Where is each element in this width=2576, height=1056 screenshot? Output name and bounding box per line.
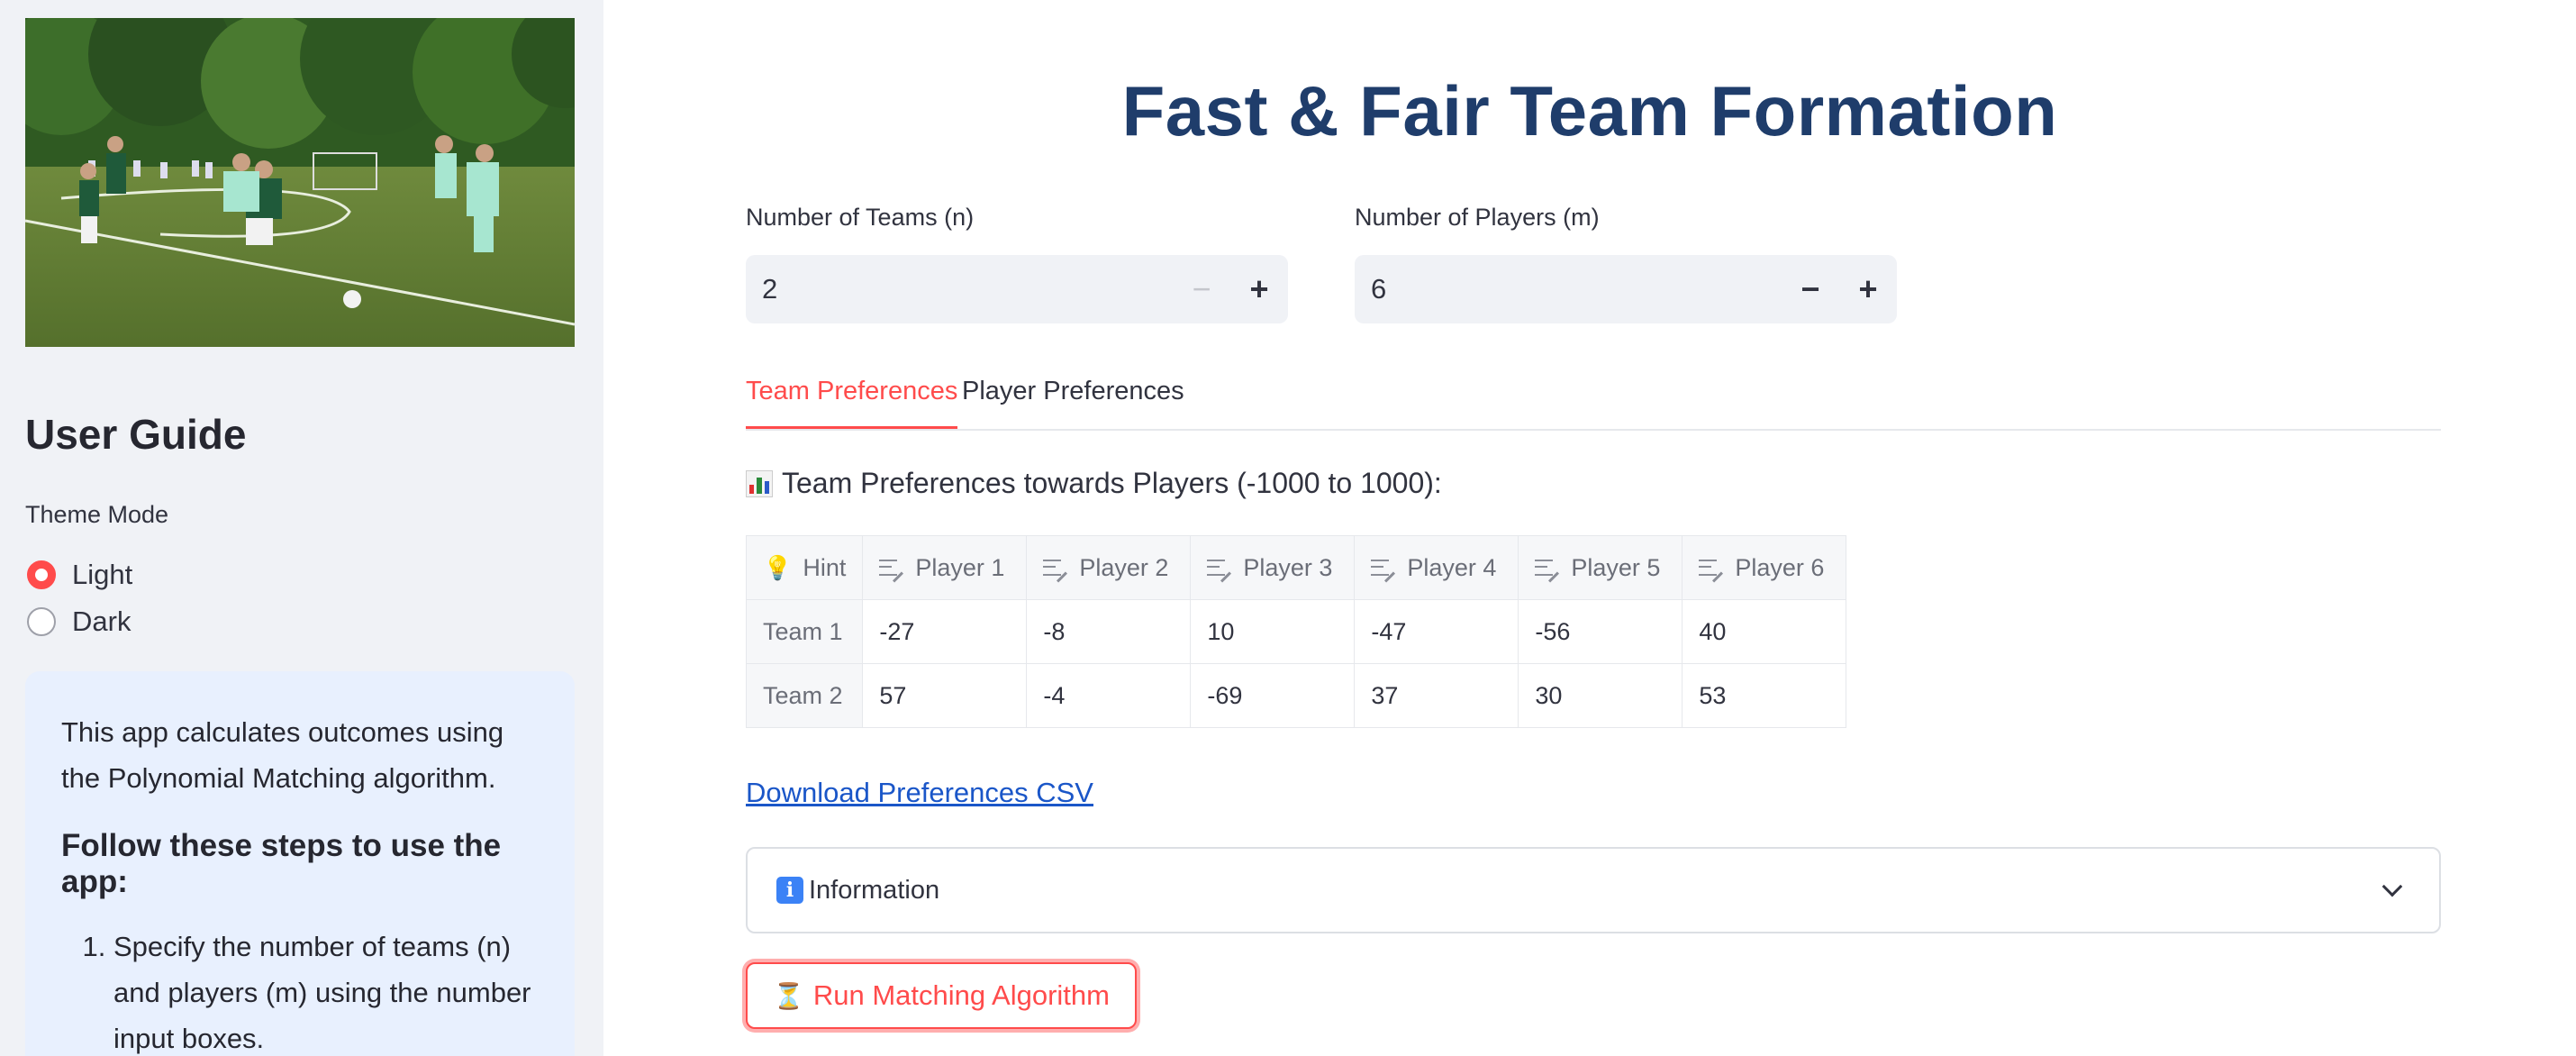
section-heading-text: Team Preferences towards Players (-1000 … <box>782 467 1442 499</box>
app-root: User Guide Theme Mode Light Dark This ap… <box>0 0 2576 1056</box>
table-cell[interactable]: -47 <box>1354 599 1519 664</box>
hint-header-label: Hint <box>803 553 847 581</box>
theme-mode-label: Theme Mode <box>25 501 169 528</box>
user-guide-heading: User Guide <box>25 411 247 458</box>
column-header-label: Player 3 <box>1243 553 1333 581</box>
theme-radio-light[interactable]: Light <box>27 559 132 591</box>
tab-team-preferences[interactable]: Team Preferences <box>746 377 958 429</box>
soccer-photo <box>25 18 575 347</box>
column-header[interactable]: Player 1 <box>862 535 1028 600</box>
lightbulb-icon: 💡 <box>763 553 793 581</box>
radio-checked-icon <box>27 560 56 589</box>
main-content: Fast & Fair Team Formation Number of Tea… <box>603 0 2576 1056</box>
players-decrement-button[interactable]: − <box>1782 255 1839 323</box>
steps-heading: Follow these steps to use the app: <box>61 828 502 899</box>
editable-column-icon <box>1043 557 1068 583</box>
hint-header: 💡 Hint <box>745 535 864 600</box>
sidebar: User Guide Theme Mode Light Dark This ap… <box>0 0 603 1056</box>
hourglass-icon: ⏳ <box>773 981 804 1010</box>
info-icon: i <box>776 877 803 904</box>
expander-label-text: Information <box>809 875 940 905</box>
editable-column-icon <box>1699 557 1724 583</box>
table-cell[interactable]: 53 <box>1682 663 1847 728</box>
table-cell[interactable]: -69 <box>1190 663 1356 728</box>
column-header-label: Player 1 <box>915 553 1005 581</box>
column-header[interactable]: Player 5 <box>1518 535 1683 600</box>
tab-player-preferences[interactable]: Player Preferences <box>962 377 1184 426</box>
column-header-label: Player 6 <box>1735 553 1825 581</box>
preferences-tabs: Team Preferences Player Preferences <box>746 369 2441 431</box>
user-guide-info-box: This app calculates outcomes using the P… <box>25 671 575 1056</box>
row-label: Team 1 <box>745 599 864 664</box>
run-matching-button[interactable]: ⏳ Run Matching Algorithm <box>746 962 1137 1029</box>
bar-chart-icon <box>746 469 773 497</box>
players-value-field[interactable]: 6 <box>1355 273 1782 305</box>
table-row: Team 1 -27 -8 10 -47 -56 40 <box>745 599 1847 664</box>
column-header[interactable]: Player 3 <box>1190 535 1356 600</box>
radio-unchecked-icon <box>27 607 56 636</box>
table-cell[interactable]: 37 <box>1354 663 1519 728</box>
theme-radio-dark[interactable]: Dark <box>27 605 131 638</box>
teams-input-label: Number of Teams (n) <box>746 204 975 231</box>
download-csv-link[interactable]: Download Preferences CSV <box>746 777 1093 809</box>
steps-list: Specify the number of teams (n) and play… <box>61 924 539 1056</box>
table-cell[interactable]: 30 <box>1518 663 1683 728</box>
table-row: Team 2 57 -4 -69 37 30 53 <box>745 663 1847 728</box>
column-header[interactable]: Player 2 <box>1026 535 1192 600</box>
players-increment-button[interactable]: + <box>1839 255 1897 323</box>
column-header-label: Player 5 <box>1571 553 1661 581</box>
preferences-table: 💡 Hint Player 1 Player 2 Player 3 Player… <box>745 535 1847 728</box>
table-cell[interactable]: -4 <box>1026 663 1192 728</box>
column-header[interactable]: Player 6 <box>1682 535 1847 600</box>
column-header-label: Player 4 <box>1407 553 1497 581</box>
theme-radio-label: Light <box>72 559 133 590</box>
table-cell[interactable]: -8 <box>1026 599 1192 664</box>
expander-label: i Information <box>776 876 2385 906</box>
editable-column-icon <box>1535 557 1560 583</box>
teams-number-input: 2 − + <box>746 255 1288 323</box>
teams-decrement-button[interactable]: − <box>1173 255 1230 323</box>
table-cell[interactable]: 10 <box>1190 599 1356 664</box>
players-input-label: Number of Players (m) <box>1355 204 1600 231</box>
table-cell[interactable]: -56 <box>1518 599 1683 664</box>
step-item: Specify the number of teams (n) and play… <box>113 924 539 1056</box>
teams-increment-button[interactable]: + <box>1230 255 1288 323</box>
column-header[interactable]: Player 4 <box>1354 535 1519 600</box>
section-heading: Team Preferences towards Players (-1000 … <box>746 467 1442 500</box>
row-label: Team 2 <box>745 663 864 728</box>
page-title: Fast & Fair Team Formation <box>1121 71 2058 150</box>
intro-text: This app calculates outcomes using the P… <box>61 716 504 794</box>
editable-column-icon <box>1371 557 1396 583</box>
table-header-row: 💡 Hint Player 1 Player 2 Player 3 Player… <box>745 535 1847 600</box>
table-cell[interactable]: -27 <box>862 599 1028 664</box>
information-expander[interactable]: i Information <box>746 847 2441 933</box>
chevron-down-icon <box>2381 876 2403 897</box>
theme-radio-label: Dark <box>72 605 132 637</box>
table-cell[interactable]: 40 <box>1682 599 1847 664</box>
table-cell[interactable]: 57 <box>862 663 1028 728</box>
column-header-label: Player 2 <box>1079 553 1169 581</box>
editable-column-icon <box>1207 557 1232 583</box>
editable-column-icon <box>879 557 904 583</box>
teams-value-field[interactable]: 2 <box>746 273 1173 305</box>
run-button-label: Run Matching Algorithm <box>812 979 1110 1011</box>
players-number-input: 6 − + <box>1355 255 1897 323</box>
